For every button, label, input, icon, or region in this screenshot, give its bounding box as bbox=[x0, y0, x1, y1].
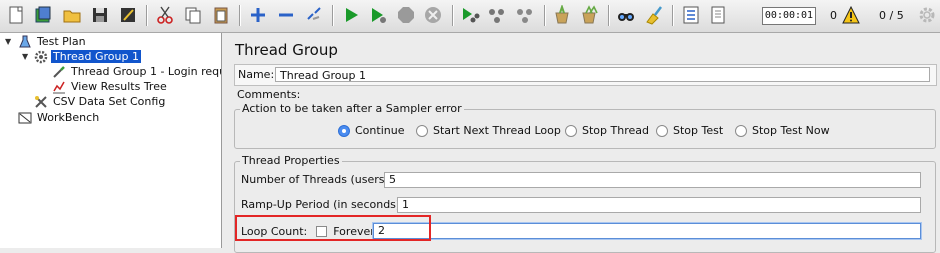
radio-label: Continue bbox=[355, 124, 405, 137]
tree-node-label: Test Plan bbox=[37, 35, 86, 48]
reset-search-icon[interactable] bbox=[643, 4, 665, 26]
chart-icon bbox=[53, 81, 65, 93]
radio-stop-test[interactable]: Stop Test bbox=[656, 124, 723, 137]
elapsed-timer: 00:00:01 bbox=[762, 7, 816, 25]
flask-icon bbox=[19, 35, 31, 47]
comments-label: Comments: bbox=[237, 88, 301, 101]
radio-icon[interactable] bbox=[735, 124, 747, 137]
thread-group-gear-icon bbox=[34, 50, 48, 63]
tree-node-csv-data-set[interactable]: CSV Data Set Config bbox=[34, 94, 167, 109]
threads-label: Number of Threads (users): bbox=[241, 173, 393, 186]
new-file-icon[interactable] bbox=[5, 4, 27, 26]
tree-node-label: View Results Tree bbox=[71, 80, 167, 93]
threads-row: Number of Threads (users): bbox=[241, 173, 393, 186]
tree-node-thread-group[interactable]: Thread Group 1 bbox=[34, 49, 141, 64]
clear-icon[interactable] bbox=[551, 4, 573, 26]
tree-node-workbench[interactable]: WorkBench bbox=[18, 110, 101, 125]
clear-all-icon[interactable] bbox=[579, 4, 601, 26]
shutdown-icon[interactable] bbox=[422, 4, 444, 26]
cut-icon[interactable] bbox=[154, 4, 176, 26]
page-title: Thread Group bbox=[235, 41, 338, 59]
open-folder-icon[interactable] bbox=[61, 4, 83, 26]
function-helper-icon[interactable] bbox=[680, 4, 702, 26]
remote-stop-icon[interactable] bbox=[486, 4, 508, 26]
radio-selected-icon[interactable] bbox=[338, 124, 350, 137]
sampler-error-legend: Action to be taken after a Sampler error bbox=[240, 102, 464, 115]
tree-node-label: WorkBench bbox=[37, 111, 100, 124]
help-icon[interactable] bbox=[707, 4, 729, 26]
collapse-all-icon[interactable] bbox=[275, 4, 297, 26]
tree-node-test-plan[interactable]: Test Plan bbox=[18, 34, 88, 49]
copy-icon[interactable] bbox=[182, 4, 204, 26]
warning-icon[interactable] bbox=[842, 6, 860, 24]
start-icon[interactable] bbox=[340, 4, 362, 26]
radio-label: Stop Test Now bbox=[752, 124, 830, 137]
active-threads-count: 0 / 5 bbox=[879, 9, 904, 22]
tree-node-http-sampler[interactable]: Thread Group 1 - Login reque bbox=[52, 64, 222, 79]
tree-node-label: Thread Group 1 - Login reque bbox=[71, 65, 222, 78]
radio-label: Stop Test bbox=[673, 124, 724, 137]
name-row: Name: Thread Group 1 bbox=[234, 64, 937, 86]
workbench-icon bbox=[18, 112, 32, 123]
error-count: 0 bbox=[830, 9, 837, 22]
name-label: Name: bbox=[238, 68, 275, 81]
save-icon[interactable] bbox=[89, 4, 111, 26]
radio-stop-test-now[interactable]: Stop Test Now bbox=[735, 124, 830, 137]
tree-node-view-results-tree[interactable]: View Results Tree bbox=[52, 79, 169, 94]
main-toolbar: 00:00:01 0 0 / 5 bbox=[0, 0, 940, 33]
tree-node-label: Thread Group 1 bbox=[51, 50, 141, 63]
rampup-input[interactable]: 1 bbox=[397, 197, 921, 213]
radio-stop-thread[interactable]: Stop Thread bbox=[565, 124, 649, 137]
radio-start-next-thread-loop[interactable]: Start Next Thread Loop bbox=[416, 124, 561, 137]
remote-start-icon[interactable] bbox=[459, 4, 481, 26]
sampler-error-group: Action to be taken after a Sampler error… bbox=[234, 102, 936, 149]
start-no-pauses-icon[interactable] bbox=[367, 4, 389, 26]
remote-shutdown-icon[interactable] bbox=[514, 4, 536, 26]
tree-node-label: CSV Data Set Config bbox=[53, 95, 166, 108]
test-plan-tree[interactable]: ▼ Test Plan ▼ Thread Group 1 Thread Grou… bbox=[0, 33, 222, 248]
radio-icon[interactable] bbox=[416, 124, 428, 137]
tools-icon bbox=[35, 95, 47, 108]
radio-continue[interactable]: Continue bbox=[338, 124, 404, 137]
radio-label: Stop Thread bbox=[582, 124, 649, 137]
templates-icon[interactable] bbox=[32, 4, 54, 26]
name-field[interactable]: Thread Group 1 bbox=[275, 67, 930, 82]
threads-input[interactable]: 5 bbox=[384, 172, 921, 188]
rampup-label: Ramp-Up Period (in seconds): bbox=[241, 198, 404, 211]
radio-label: Start Next Thread Loop bbox=[433, 124, 561, 137]
search-icon[interactable] bbox=[615, 4, 637, 26]
paste-icon[interactable] bbox=[210, 4, 232, 26]
expand-toggle-icon[interactable]: ▼ bbox=[22, 52, 28, 61]
save-as-icon[interactable] bbox=[117, 4, 139, 26]
highlight-box bbox=[235, 215, 431, 241]
loop-count-input[interactable]: 2 bbox=[373, 223, 921, 239]
radio-icon[interactable] bbox=[656, 124, 668, 137]
stop-icon[interactable] bbox=[395, 4, 417, 26]
pipette-icon bbox=[53, 65, 65, 78]
thread-properties-legend: Thread Properties bbox=[240, 154, 342, 167]
toggle-icon[interactable] bbox=[303, 4, 325, 26]
rampup-row: Ramp-Up Period (in seconds): bbox=[241, 198, 404, 211]
expand-all-icon[interactable] bbox=[247, 4, 269, 26]
radio-icon[interactable] bbox=[565, 124, 577, 137]
gear-icon bbox=[919, 7, 935, 23]
expand-toggle-icon[interactable]: ▼ bbox=[5, 37, 11, 46]
